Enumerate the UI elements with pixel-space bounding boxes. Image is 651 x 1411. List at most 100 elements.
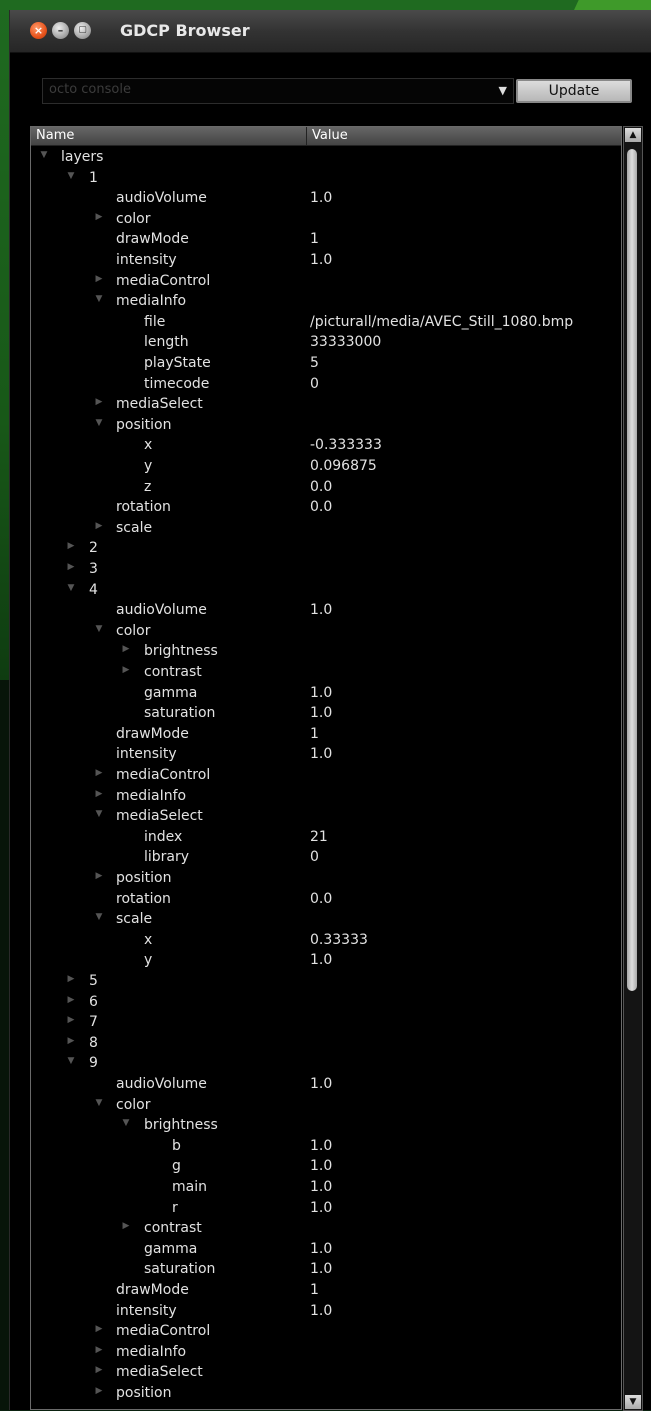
tree-row[interactable]: ▼ mediaInfo [31, 291, 621, 311]
collapsed-triangle-icon[interactable]: ▶ [66, 1015, 76, 1025]
tree-row[interactable]: g 1.0 [31, 1156, 621, 1176]
tree-row[interactable]: gamma 1.0 [31, 683, 621, 703]
collapsed-triangle-icon[interactable]: ▶ [121, 1221, 131, 1231]
tree-row[interactable]: ▼ 9 [31, 1053, 621, 1073]
collapsed-triangle-icon[interactable]: ▶ [94, 212, 104, 222]
tree-row[interactable]: ▶ mediaInfo [31, 1342, 621, 1362]
scrollbar-thumb[interactable] [627, 149, 637, 991]
tree-row[interactable]: gamma 1.0 [31, 1239, 621, 1259]
collapsed-triangle-icon[interactable]: ▶ [66, 974, 76, 984]
tree-row[interactable]: saturation 1.0 [31, 703, 621, 723]
tree-row[interactable]: rotation 0.0 [31, 889, 621, 909]
update-button[interactable]: Update [516, 79, 632, 103]
expanded-triangle-icon[interactable]: ▼ [66, 171, 76, 181]
tree-row[interactable]: ▶ brightness [31, 641, 621, 661]
tree-row[interactable]: ▶ contrast [31, 662, 621, 682]
expanded-triangle-icon[interactable]: ▼ [66, 1056, 76, 1066]
tree-row[interactable]: intensity 1.0 [31, 744, 621, 764]
minimize-window-button[interactable]: – [52, 22, 69, 39]
expanded-triangle-icon[interactable]: ▼ [121, 1118, 131, 1128]
tree-row[interactable]: ▶ 8 [31, 1033, 621, 1053]
tree-row[interactable]: library 0 [31, 847, 621, 867]
tree-row[interactable]: ▶ 7 [31, 1012, 621, 1032]
collapsed-triangle-icon[interactable]: ▶ [66, 1036, 76, 1046]
vertical-scrollbar[interactable]: ▲ ▼ [623, 126, 643, 1411]
expanded-triangle-icon[interactable]: ▼ [94, 912, 104, 922]
property-tree[interactable]: Name Value ▼ layers ▼ 1 audioVolume 1.0 ▶ color… [30, 126, 622, 1410]
expanded-triangle-icon[interactable]: ▼ [39, 150, 49, 160]
tree-row[interactable]: audioVolume 1.0 [31, 1074, 621, 1094]
tree-row[interactable]: x -0.333333 [31, 435, 621, 455]
tree-row[interactable]: z 0.0 [31, 477, 621, 497]
tree-row[interactable]: ▶ 3 [31, 559, 621, 579]
collapsed-triangle-icon[interactable]: ▶ [121, 644, 131, 654]
tree-row[interactable]: playState 5 [31, 353, 621, 373]
expanded-triangle-icon[interactable]: ▼ [94, 1098, 104, 1108]
column-header-value[interactable]: Value [307, 127, 621, 145]
tree-row[interactable]: main 1.0 [31, 1177, 621, 1197]
collapsed-triangle-icon[interactable]: ▶ [66, 995, 76, 1005]
expanded-triangle-icon[interactable]: ▼ [66, 583, 76, 593]
tree-row[interactable]: ▶ color [31, 209, 621, 229]
connection-select[interactable]: octo console ▼ [42, 78, 514, 104]
tree-row[interactable]: drawMode 1 [31, 1280, 621, 1300]
tree-row[interactable]: ▶ position [31, 868, 621, 888]
collapsed-triangle-icon[interactable]: ▶ [66, 562, 76, 572]
tree-row[interactable]: length 33333000 [31, 332, 621, 352]
tree-row[interactable]: ▶ contrast [31, 1218, 621, 1238]
tree-row[interactable]: saturation 1.0 [31, 1259, 621, 1279]
column-header-name[interactable]: Name [31, 127, 307, 145]
tree-row[interactable]: ▶ 6 [31, 992, 621, 1012]
tree-row[interactable]: ▶ mediaSelect [31, 1362, 621, 1382]
expanded-triangle-icon[interactable]: ▼ [94, 418, 104, 428]
collapsed-triangle-icon[interactable]: ▶ [121, 665, 131, 675]
scroll-down-icon[interactable]: ▼ [625, 1395, 641, 1409]
tree-row[interactable]: y 1.0 [31, 950, 621, 970]
collapsed-triangle-icon[interactable]: ▶ [94, 1365, 104, 1375]
collapsed-triangle-icon[interactable]: ▶ [94, 768, 104, 778]
tree-row[interactable]: ▶ scale [31, 518, 621, 538]
collapsed-triangle-icon[interactable]: ▶ [94, 521, 104, 531]
tree-row[interactable]: ▼ color [31, 1095, 621, 1115]
tree-row[interactable]: b 1.0 [31, 1136, 621, 1156]
tree-row[interactable]: ▶ mediaInfo [31, 786, 621, 806]
tree-row[interactable]: rotation 0.0 [31, 497, 621, 517]
tree-row[interactable]: ▼ 4 [31, 580, 621, 600]
tree-row[interactable]: audioVolume 1.0 [31, 188, 621, 208]
tree-row[interactable]: timecode 0 [31, 374, 621, 394]
collapsed-triangle-icon[interactable]: ▶ [94, 1324, 104, 1334]
tree-row[interactable]: ▶ mediaControl [31, 765, 621, 785]
tree-row[interactable]: x 0.33333 [31, 930, 621, 950]
tree-row[interactable]: ▼ color [31, 621, 621, 641]
collapsed-triangle-icon[interactable]: ▶ [94, 871, 104, 881]
collapsed-triangle-icon[interactable]: ▶ [94, 397, 104, 407]
tree-row[interactable]: ▶ mediaControl [31, 271, 621, 291]
scroll-up-icon[interactable]: ▲ [625, 128, 641, 142]
tree-row[interactable]: ▼ position [31, 415, 621, 435]
tree-row[interactable]: ▶ 2 [31, 538, 621, 558]
collapsed-triangle-icon[interactable]: ▶ [94, 1345, 104, 1355]
tree-row[interactable]: ▼ mediaSelect [31, 806, 621, 826]
collapsed-triangle-icon[interactable]: ▶ [94, 789, 104, 799]
collapsed-triangle-icon[interactable]: ▶ [94, 274, 104, 284]
tree-row[interactable]: y 0.096875 [31, 456, 621, 476]
tree-row[interactable]: ▼ brightness [31, 1115, 621, 1135]
tree-row[interactable]: intensity 1.0 [31, 1301, 621, 1321]
tree-row[interactable]: r 1.0 [31, 1198, 621, 1218]
tree-row[interactable]: ▼ layers [31, 147, 621, 167]
maximize-window-button[interactable]: ▢ [74, 22, 91, 39]
chevron-down-icon[interactable]: ▼ [499, 84, 507, 97]
tree-row[interactable]: drawMode 1 [31, 229, 621, 249]
tree-row[interactable]: intensity 1.0 [31, 250, 621, 270]
collapsed-triangle-icon[interactable]: ▶ [66, 541, 76, 551]
tree-row[interactable]: index 21 [31, 827, 621, 847]
expanded-triangle-icon[interactable]: ▼ [94, 809, 104, 819]
tree-row[interactable]: ▶ 5 [31, 971, 621, 991]
tree-row[interactable]: ▶ mediaControl [31, 1321, 621, 1341]
expanded-triangle-icon[interactable]: ▼ [94, 294, 104, 304]
tree-row[interactable]: ▶ position [31, 1383, 621, 1403]
tree-row[interactable]: file/picturall/media/AVEC_Still_1080.bmp [31, 312, 621, 332]
tree-row[interactable]: drawMode 1 [31, 724, 621, 744]
expanded-triangle-icon[interactable]: ▼ [94, 624, 104, 634]
collapsed-triangle-icon[interactable]: ▶ [94, 1386, 104, 1396]
